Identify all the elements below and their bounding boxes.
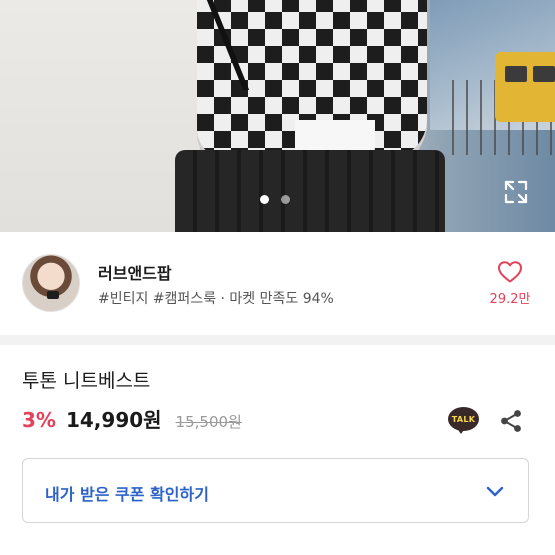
talk-icon-label: TALK: [451, 414, 476, 424]
share-icon[interactable]: [498, 408, 524, 434]
like-count: 29.2만: [489, 292, 531, 307]
coupon-label: 내가 받은 쿠폰 확인하기: [45, 485, 209, 504]
seller-meta: #빈티지 #캠퍼스룩 · 마켓 만족도 94%: [98, 291, 334, 307]
seller-avatar[interactable]: [22, 254, 80, 312]
price-row: 3% 14,990원 15,500원: [22, 404, 242, 433]
background-wall: [0, 0, 200, 232]
chevron-down-icon: [483, 479, 507, 503]
kakao-talk-icon[interactable]: TALK: [448, 407, 479, 435]
pager-dot-active[interactable]: [260, 195, 269, 204]
expand-arrows-icon[interactable]: [502, 178, 530, 206]
carousel-pager: [260, 195, 290, 204]
original-price: 15,500원: [175, 413, 242, 431]
background-train: [495, 52, 555, 122]
product-title: 투톤 니트베스트: [22, 370, 151, 392]
like-button[interactable]: 29.2만: [470, 260, 550, 307]
seller-name[interactable]: 러브앤드팝: [98, 260, 172, 284]
seller-section[interactable]: 러브앤드팝 #빈티지 #캠퍼스룩 · 마켓 만족도 94% 29.2만: [0, 232, 555, 335]
avatar-bow: [47, 291, 59, 299]
sale-price: 14,990원: [65, 408, 162, 432]
product-image-carousel[interactable]: [0, 0, 555, 232]
pager-dot[interactable]: [281, 195, 290, 204]
heart-outline-icon: [498, 261, 522, 283]
section-divider: [0, 335, 555, 345]
discount-rate: 3%: [22, 408, 56, 432]
coupon-check-button[interactable]: 내가 받은 쿠폰 확인하기: [22, 458, 529, 523]
pleated-skirt: [175, 150, 445, 232]
